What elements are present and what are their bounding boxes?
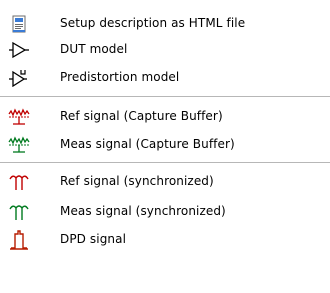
predistortion-amplifier-icon [8, 68, 30, 88]
menu-item-dut-model[interactable]: DUT model [0, 36, 330, 63]
ref-capture-signal-icon [8, 107, 30, 127]
menu-item-label: DPD signal [60, 232, 127, 246]
dpd-signal-icon [8, 230, 30, 250]
menu-item-label: Ref signal (Capture Buffer) [60, 109, 223, 123]
menu-item-ref-sync[interactable]: Ref signal (synchronized) [0, 168, 330, 195]
menu-item-label: Setup description as HTML file [60, 16, 246, 30]
menu-item-meas-sync[interactable]: Meas signal (synchronized) [0, 198, 330, 225]
menu-item-label: Meas signal (Capture Buffer) [60, 137, 235, 151]
menu-separator [0, 162, 330, 163]
html-document-icon [8, 14, 30, 34]
menu-item-setup-html[interactable]: Setup description as HTML file [0, 10, 330, 37]
context-menu: Setup description as HTML file DUT model… [0, 0, 330, 293]
ref-sync-signal-icon [8, 172, 30, 192]
menu-item-meas-capture[interactable]: Meas signal (Capture Buffer) [0, 131, 330, 158]
menu-separator [0, 96, 330, 97]
menu-item-ref-capture[interactable]: Ref signal (Capture Buffer) [0, 103, 330, 130]
amplifier-triangle-icon [8, 40, 30, 60]
menu-item-label: Meas signal (synchronized) [60, 204, 226, 218]
menu-item-label: Predistortion model [60, 70, 180, 84]
menu-item-label: DUT model [60, 42, 128, 56]
menu-item-dpd-signal[interactable]: DPD signal [0, 226, 330, 253]
menu-item-predistortion-model[interactable]: Predistortion model [0, 64, 330, 91]
menu-item-label: Ref signal (synchronized) [60, 174, 214, 188]
meas-capture-signal-icon [8, 135, 30, 155]
meas-sync-signal-icon [8, 202, 30, 222]
